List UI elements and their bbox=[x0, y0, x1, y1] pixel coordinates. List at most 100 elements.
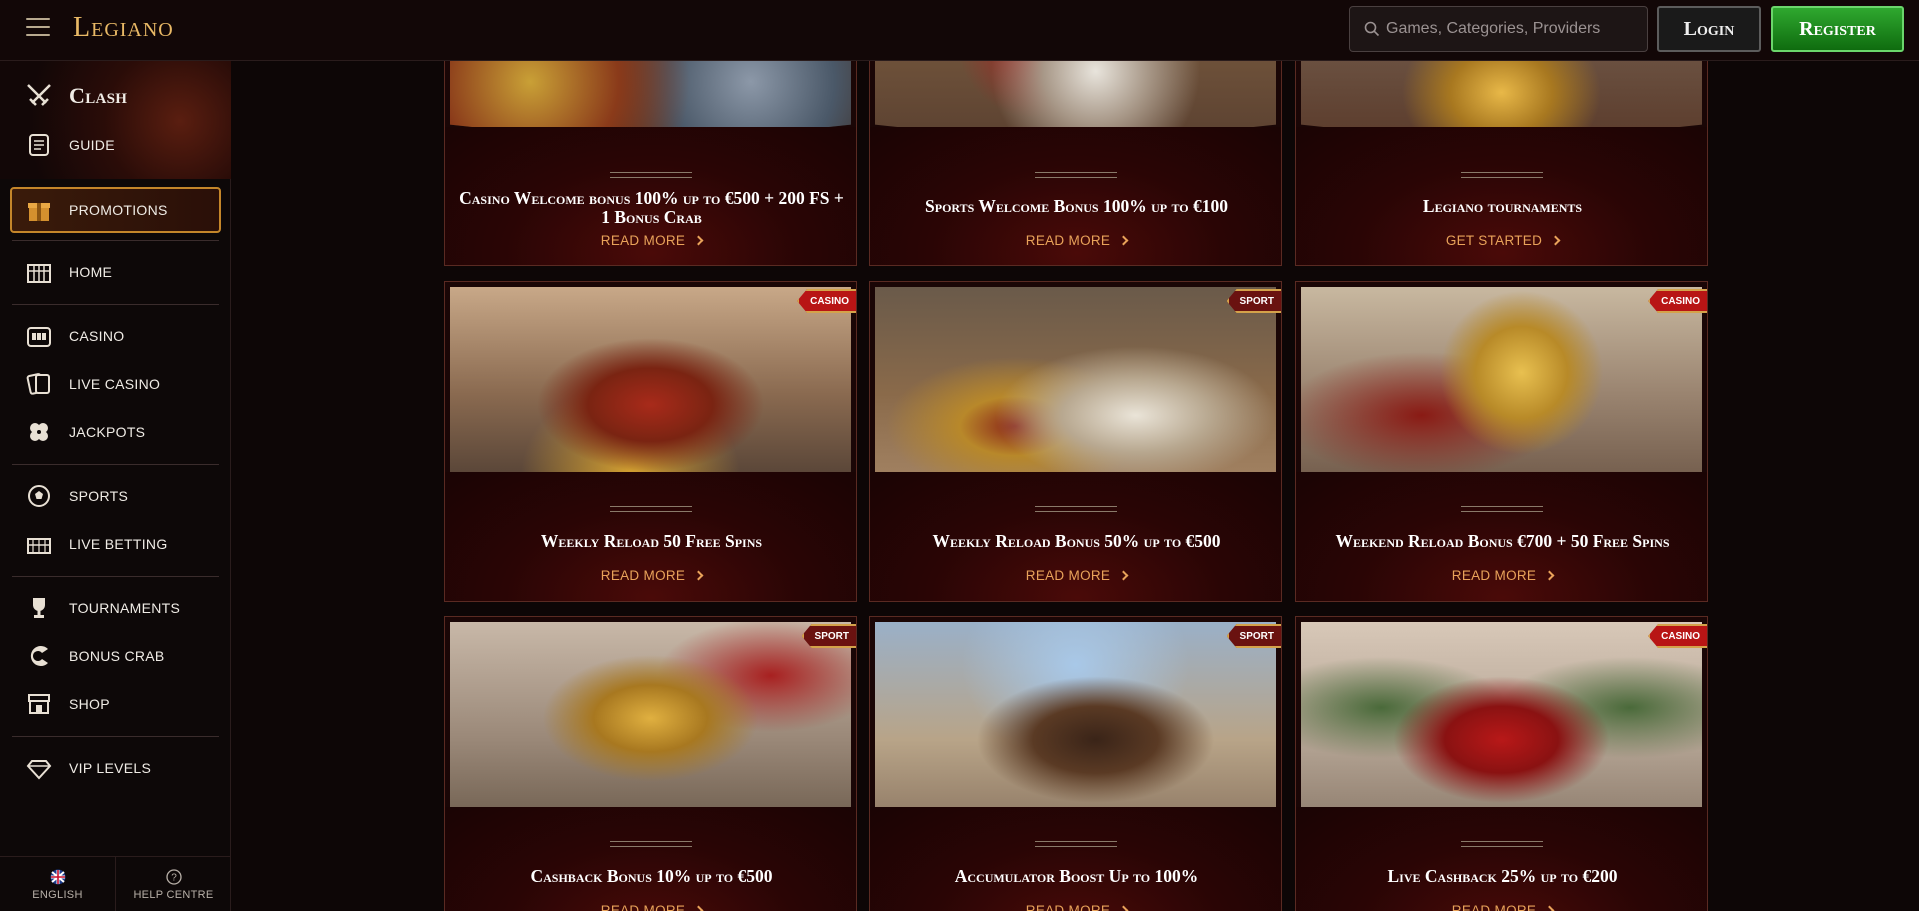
chevron-right-icon bbox=[1118, 235, 1129, 246]
sidebar: Clash GUIDE PROMOTIONS HOME CASINO LIVE … bbox=[0, 61, 231, 911]
category-badge: SPORT bbox=[1226, 624, 1281, 648]
read-more-link[interactable]: READ MORE bbox=[1296, 568, 1707, 583]
slot-machine-icon bbox=[22, 319, 56, 353]
sidebar-item-sports[interactable]: SPORTS bbox=[22, 478, 128, 514]
card-ornament bbox=[1035, 506, 1117, 512]
site-logo[interactable]: Legiano bbox=[73, 12, 174, 44]
sidebar-item-promotions[interactable]: PROMOTIONS bbox=[22, 192, 168, 228]
help-label: HELP CENTRE bbox=[133, 888, 214, 901]
sidebar-item-label: CASINO bbox=[69, 328, 125, 344]
svg-text:?: ? bbox=[171, 872, 177, 883]
search-box[interactable] bbox=[1349, 6, 1648, 52]
category-badge: SPORT bbox=[1226, 289, 1281, 313]
card-bottom bbox=[1296, 807, 1707, 911]
promo-title: Weekly Reload Bonus 50% up to €500 bbox=[932, 531, 1221, 551]
read-more-link[interactable]: READ MORE bbox=[870, 568, 1281, 583]
promo-card[interactable]: Weekend Reload Bonus €700 + 50 Free Spin… bbox=[1295, 281, 1708, 602]
promo-image-horse-rider bbox=[875, 622, 1276, 836]
hamburger-menu-icon[interactable] bbox=[26, 18, 50, 38]
read-more-link[interactable]: READ MORE bbox=[445, 903, 856, 911]
help-centre-button[interactable]: ? HELP CENTRE bbox=[116, 857, 231, 911]
category-badge: CASINO bbox=[1648, 624, 1707, 648]
sidebar-footer: ENGLISH ? HELP CENTRE bbox=[0, 856, 231, 911]
sidebar-item-label: GUIDE bbox=[69, 137, 115, 153]
promo-image-golden-gladiator bbox=[450, 622, 851, 836]
promo-image-shield-gold bbox=[1301, 287, 1702, 501]
stadium-icon bbox=[22, 527, 56, 561]
read-more-link[interactable]: READ MORE bbox=[870, 233, 1281, 248]
sidebar-item-label: VIP LEVELS bbox=[69, 760, 152, 776]
card-ornament bbox=[610, 841, 692, 847]
language-selector[interactable]: ENGLISH bbox=[0, 857, 115, 911]
colosseum-icon bbox=[22, 255, 56, 289]
promo-title: Legiano tournaments bbox=[1422, 196, 1583, 216]
chevron-right-icon bbox=[1544, 570, 1555, 581]
promo-image-emperor bbox=[1301, 622, 1702, 836]
card-ornament bbox=[1035, 841, 1117, 847]
category-badge: CASINO bbox=[1648, 289, 1707, 313]
read-more-link[interactable]: READ MORE bbox=[870, 903, 1281, 911]
promo-image-roman-general bbox=[450, 287, 851, 501]
category-badge: CASINO bbox=[797, 289, 856, 313]
sidebar-item-tournaments[interactable]: TOURNAMENTS bbox=[22, 590, 180, 626]
promo-card[interactable]: Cashback Bonus 10% up to €500 READ MORE … bbox=[444, 616, 857, 911]
read-more-link[interactable]: READ MORE bbox=[1296, 903, 1707, 911]
card-ornament bbox=[610, 172, 692, 178]
trophy-icon bbox=[22, 591, 56, 625]
promo-card[interactable]: Weekly Reload Bonus 50% up to €500 READ … bbox=[869, 281, 1282, 602]
register-button[interactable]: Register bbox=[1771, 6, 1904, 52]
divider bbox=[12, 576, 219, 577]
promo-card[interactable]: Weekly Reload 50 Free Spins READ MORE CA… bbox=[444, 281, 857, 602]
chevron-right-icon bbox=[693, 905, 704, 911]
sidebar-item-live-casino[interactable]: LIVE CASINO bbox=[22, 366, 160, 402]
sidebar-item-label: LIVE CASINO bbox=[69, 376, 161, 392]
promo-card[interactable]: Live Cashback 25% up to €200 READ MORE C… bbox=[1295, 616, 1708, 911]
crab-claw-icon bbox=[22, 639, 56, 673]
sidebar-item-jackpots[interactable]: JACKPOTS bbox=[22, 414, 145, 450]
search-input[interactable] bbox=[1386, 7, 1641, 51]
chevron-right-icon bbox=[693, 235, 704, 246]
crossed-swords-icon bbox=[22, 79, 56, 113]
card-ornament bbox=[1461, 841, 1543, 847]
sidebar-item-bonus-crab[interactable]: BONUS CRAB bbox=[22, 638, 165, 674]
card-ornament bbox=[1035, 172, 1117, 178]
chevron-right-icon bbox=[1118, 905, 1129, 911]
promo-card[interactable]: Accumulator Boost Up to 100% READ MORE S… bbox=[869, 616, 1282, 911]
promo-title: Weekly Reload 50 Free Spins bbox=[540, 531, 763, 551]
chevron-right-icon bbox=[1544, 905, 1555, 911]
divider bbox=[12, 304, 219, 305]
sidebar-item-live-betting[interactable]: LIVE BETTING bbox=[22, 526, 168, 562]
sidebar-item-label: Clash bbox=[69, 83, 128, 108]
sidebar-item-label: SHOP bbox=[69, 696, 110, 712]
login-button[interactable]: Login bbox=[1657, 6, 1761, 52]
promo-title: Weekend Reload Bonus €700 + 50 Free Spin… bbox=[1335, 531, 1670, 551]
sidebar-item-vip-levels[interactable]: VIP LEVELS bbox=[22, 750, 151, 786]
sidebar-item-label: BONUS CRAB bbox=[69, 648, 165, 664]
chevron-right-icon bbox=[693, 570, 704, 581]
sidebar-item-label: LIVE BETTING bbox=[69, 536, 168, 552]
card-ornament bbox=[1461, 172, 1543, 178]
get-started-link[interactable]: GET STARTED bbox=[1296, 233, 1707, 248]
clover-icon bbox=[22, 415, 56, 449]
read-more-link[interactable]: READ MORE bbox=[445, 568, 856, 583]
sidebar-item-label: SPORTS bbox=[69, 488, 129, 504]
sidebar-item-home[interactable]: HOME bbox=[22, 254, 112, 290]
sidebar-item-guide[interactable]: GUIDE bbox=[22, 127, 115, 163]
gift-icon bbox=[22, 193, 56, 227]
promo-title: Casino Welcome bonus 100% up to €500 + 2… bbox=[459, 188, 844, 227]
search-icon bbox=[1364, 21, 1380, 37]
category-badge: SPORT bbox=[801, 624, 856, 648]
divider bbox=[12, 240, 219, 241]
sidebar-item-shop[interactable]: SHOP bbox=[22, 686, 110, 722]
sidebar-item-label: TOURNAMENTS bbox=[69, 600, 181, 616]
card-bottom bbox=[870, 807, 1281, 911]
read-more-link[interactable]: READ MORE bbox=[445, 233, 856, 248]
sidebar-item-casino[interactable]: CASINO bbox=[22, 318, 124, 354]
chevron-right-icon bbox=[1118, 570, 1129, 581]
promo-title: Live Cashback 25% up to €200 bbox=[1387, 866, 1618, 886]
scroll-icon bbox=[22, 128, 56, 162]
sidebar-item-clash[interactable]: Clash bbox=[22, 78, 127, 114]
promo-title: Cashback Bonus 10% up to €500 bbox=[530, 866, 773, 886]
promo-title: Sports Welcome Bonus 100% up to €100 bbox=[925, 196, 1228, 216]
diamond-icon bbox=[22, 751, 56, 785]
